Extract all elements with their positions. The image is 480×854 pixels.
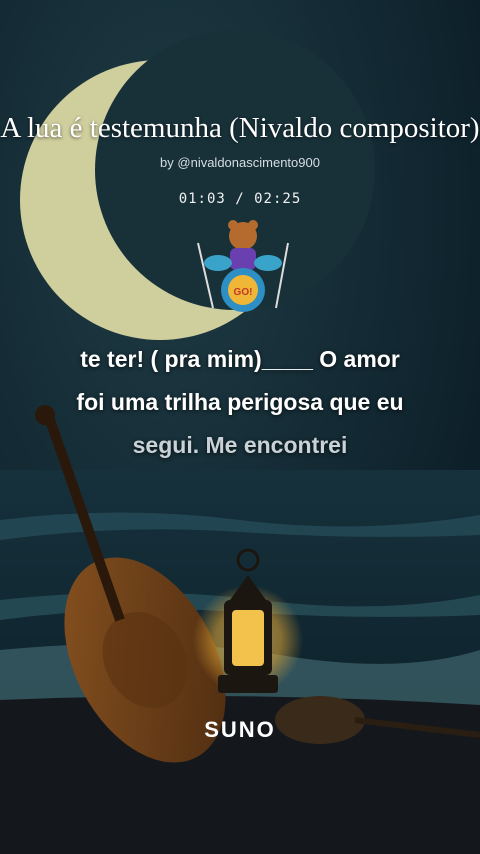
drummer-bear-icon: GO! (197, 220, 289, 312)
lyric-line-2: foi uma trilha perigosa que eu (76, 389, 404, 415)
lyric-line-3: segui. Me encontrei (132, 432, 348, 458)
lyric-line-1: te ter! ( pra mim)____ O amor (80, 346, 400, 372)
playback-time: 01:03 / 02:25 (178, 191, 302, 207)
lyrics-block: te ter! ( pra mim)____ O amor foi uma tr… (0, 338, 480, 467)
svg-text:GO!: GO! (234, 287, 253, 298)
artist-byline[interactable]: by @nivaldonascimento900 (0, 155, 480, 170)
song-title: A lua é testemunha (Nivaldo compositor) (0, 112, 480, 144)
suno-logo[interactable]: SUNO (0, 717, 480, 743)
